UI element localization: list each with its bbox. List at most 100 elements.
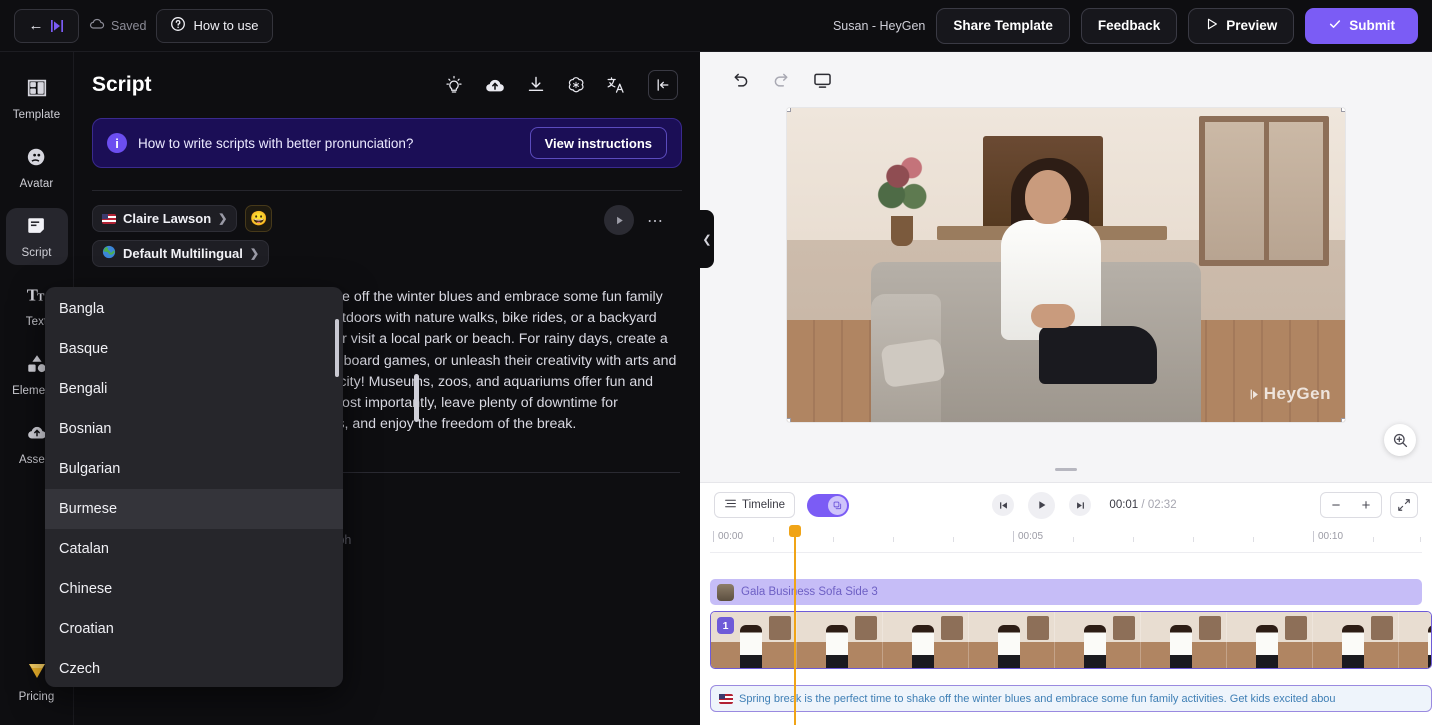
scene-vase (891, 216, 913, 246)
view-instructions-button[interactable]: View instructions (529, 127, 667, 159)
top-bar-right: Susan - HeyGen Share Template Feedback P… (833, 7, 1432, 44)
sidebar-item-avatar[interactable]: Avatar (6, 139, 68, 196)
language-option-chinese[interactable]: Chinese (45, 569, 343, 609)
zoom-in-button[interactable]: + (1351, 497, 1381, 514)
undo-icon[interactable] (730, 70, 751, 91)
language-option-bulgarian[interactable]: Bulgarian (45, 449, 343, 489)
collapse-left-icon[interactable] (648, 70, 678, 100)
translate-icon[interactable] (606, 75, 626, 95)
scene-thumbnail (1055, 612, 1141, 668)
language-option-bangla[interactable]: Bangla (45, 289, 343, 329)
sidebar-item-script[interactable]: Script (5, 208, 68, 265)
scene-thumbnail (883, 612, 969, 668)
cloud-upload-icon[interactable] (484, 75, 506, 95)
timeline-avatar-clip[interactable]: Gala Business Sofa Side 3 (710, 579, 1422, 605)
lightbulb-icon[interactable] (444, 75, 464, 95)
voice-chip-row: Claire Lawson ❯ 😀 (92, 205, 682, 232)
timeline-toggle[interactable] (807, 493, 850, 517)
top-bar: ← Saved How to use Susan - HeyGen Share … (0, 0, 1432, 52)
feedback-button[interactable]: Feedback (1080, 7, 1178, 44)
language-option-catalan[interactable]: Catalan (45, 529, 343, 569)
timeline-zoom-controls: − + (1319, 492, 1418, 518)
download-icon[interactable] (526, 75, 546, 95)
chevron-right-icon: ❯ (218, 213, 228, 225)
openai-icon[interactable] (566, 75, 586, 95)
chevron-left-icon[interactable]: ❮ (700, 210, 714, 268)
avatar-icon (26, 146, 48, 173)
skip-back-icon[interactable] (992, 494, 1015, 516)
zoom-out-button[interactable]: − (1321, 497, 1351, 514)
language-chip-row: Default Multilingual ❯ (92, 240, 682, 267)
redo-icon[interactable] (771, 70, 792, 91)
saved-label: Saved (111, 18, 147, 33)
emoji-button[interactable]: 😀 (245, 205, 273, 232)
language-dropdown[interactable]: Bangla Basque Bengali Bosnian Bulgarian … (45, 287, 343, 687)
playback-controls: 00:01 / 02:32 (992, 491, 1177, 519)
scene-window (1199, 116, 1329, 266)
timeline-caption-clip[interactable]: Spring break is the perfect time to shak… (710, 685, 1432, 712)
scene-thumbnail (797, 612, 883, 668)
ruler-minitick (953, 537, 954, 542)
submit-label: Submit (1349, 18, 1395, 33)
ruler-tick-10: 00:10 (1312, 531, 1344, 542)
info-icon: i (107, 133, 127, 153)
share-template-label: Share Template (953, 18, 1053, 33)
selection-handle-tl[interactable] (787, 108, 791, 112)
ruler-minitick (833, 537, 834, 542)
submit-button[interactable]: Submit (1305, 7, 1418, 44)
fit-screen-icon[interactable] (1389, 492, 1418, 518)
ruler-minitick (1253, 537, 1254, 542)
ruler-minitick (773, 537, 774, 542)
stage-toolbar (700, 52, 1432, 108)
pronunciation-notice-text: How to write scripts with better pronunc… (138, 135, 414, 151)
preview-button[interactable]: Preview (1188, 7, 1295, 44)
language-option-bosnian[interactable]: Bosnian (45, 409, 343, 449)
timeline-scene-clip[interactable]: 1 (710, 611, 1432, 669)
avatar-hands (1031, 304, 1075, 328)
timeline-playhead[interactable] (789, 525, 801, 725)
share-template-button[interactable]: Share Template (936, 7, 1070, 44)
more-horizontal-icon[interactable]: ⋯ (647, 211, 664, 231)
timeline-icon (724, 497, 737, 513)
script-play-button[interactable] (604, 205, 634, 235)
scene-thumbnail (969, 612, 1055, 668)
play-button[interactable] (1028, 491, 1056, 519)
selection-handle-tr[interactable] (1341, 108, 1345, 112)
language-option-croatian[interactable]: Croatian (45, 609, 343, 649)
language-option-czech[interactable]: Czech (45, 649, 343, 687)
sidebar-item-avatar-label: Avatar (19, 178, 54, 190)
timeline-ruler[interactable]: 00:00 00:05 00:10 (710, 527, 1422, 553)
arrow-left-icon: ← (28, 17, 44, 34)
us-flag-icon (719, 693, 733, 704)
canvas-area: HeyGen (700, 108, 1432, 478)
drag-handle-icon[interactable] (1055, 468, 1077, 471)
language-selector-chip[interactable]: Default Multilingual ❯ (92, 240, 270, 267)
globe-icon (102, 245, 116, 262)
language-option-basque[interactable]: Basque (45, 329, 343, 369)
question-circle-icon (170, 16, 186, 35)
script-scrollbar[interactable] (414, 374, 419, 422)
ruler-tick-5: 00:05 (1012, 531, 1044, 542)
language-option-burmese[interactable]: Burmese (45, 489, 343, 529)
language-dropdown-scrollbar[interactable] (335, 319, 339, 377)
how-to-use-button[interactable]: How to use (156, 8, 273, 43)
avatar-head (1025, 170, 1071, 224)
back-button[interactable]: ← (14, 8, 79, 43)
voice-selector-chip[interactable]: Claire Lawson ❯ (92, 205, 238, 232)
sidebar-item-script-label: Script (21, 247, 52, 259)
scene-thumbnail (1399, 612, 1431, 668)
sidebar-item-template[interactable]: Template (6, 70, 68, 127)
selection-handle-br[interactable] (1341, 418, 1345, 422)
zoom-in-icon[interactable] (1384, 424, 1416, 456)
language-option-bengali[interactable]: Bengali (45, 369, 343, 409)
scene-thumbnail (1141, 612, 1227, 668)
video-preview[interactable]: HeyGen (787, 108, 1345, 422)
selection-handle-bl[interactable] (787, 418, 791, 422)
timeline-button[interactable]: Timeline (714, 492, 796, 518)
account-label[interactable]: Susan - HeyGen (833, 19, 925, 33)
scene-pillow (880, 338, 946, 388)
skip-forward-icon[interactable] (1069, 494, 1092, 516)
screen-icon[interactable] (812, 70, 833, 91)
timeline-toolbar: Timeline 00:01 / 02:32 − + (700, 483, 1432, 527)
sidebar-item-template-label: Template (12, 109, 61, 121)
